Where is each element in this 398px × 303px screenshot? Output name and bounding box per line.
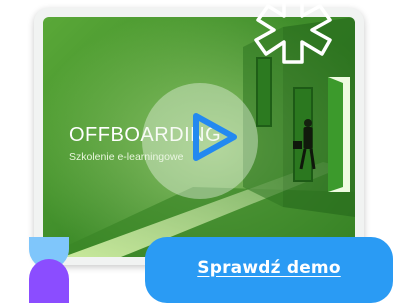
decorative-shapes <box>29 237 69 303</box>
check-demo-button[interactable]: Sprawdź demo <box>145 237 393 303</box>
check-demo-label: Sprawdź demo <box>197 258 341 278</box>
promo-card: OFFBOARDING Szkolenie e-learningowe Spra… <box>0 0 398 303</box>
play-icon[interactable] <box>189 110 241 164</box>
burst-icon <box>254 0 332 64</box>
